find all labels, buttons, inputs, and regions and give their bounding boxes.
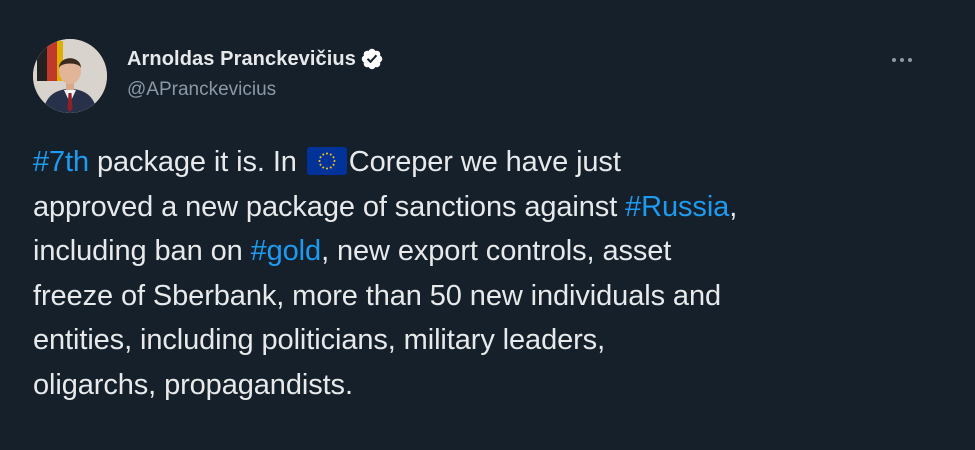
hashtag-russia-link[interactable]: #Russia [625, 191, 729, 223]
more-options-icon [892, 58, 912, 62]
tweet-line-6: oligarchs, propagandists. [33, 368, 353, 401]
tweet-line-1: #7th package it is. In Coreper we have j… [33, 140, 933, 185]
tweet-text-segment: approved a new package of sanctions agai… [33, 190, 626, 223]
tweet-line-2: approved a new package of sanctions agai… [33, 185, 933, 230]
display-name-row: Arnoldas Pranckevičius [127, 46, 384, 72]
more-options-button[interactable] [882, 46, 922, 74]
avatar[interactable] [33, 39, 107, 113]
author-info: Arnoldas Pranckevičius @APranckevicius [127, 46, 384, 101]
tweet-text-segment: , [729, 190, 738, 223]
author-handle[interactable]: @APranckevicius [127, 79, 384, 101]
tweet-text-segment: package it is. In [89, 146, 305, 178]
tweet-line-3: including ban on #gold, new export contr… [33, 229, 933, 274]
verified-badge-icon [360, 47, 384, 71]
tweet-text-segment: Coreper we have just [348, 146, 621, 178]
tweet-card[interactable]: Arnoldas Pranckevičius @APranckevicius #… [0, 0, 975, 450]
tweet-text-segment: , new export controls, asset [321, 235, 672, 267]
tweet-line-5: entities, including politicians, militar… [33, 324, 606, 356]
tweet-line-4: freeze of Sberbank, more than 50 new ind… [33, 279, 722, 312]
hashtag-gold-link[interactable]: #gold [251, 235, 322, 267]
tweet-text-segment: including ban on [33, 235, 251, 267]
tweet-text: #7th package it is. In Coreper we have j… [33, 140, 933, 407]
hashtag-7th-link[interactable]: #7th [33, 146, 89, 178]
author-display-name[interactable]: Arnoldas Pranckevičius [127, 48, 356, 71]
eu-flag-icon [306, 144, 347, 175]
